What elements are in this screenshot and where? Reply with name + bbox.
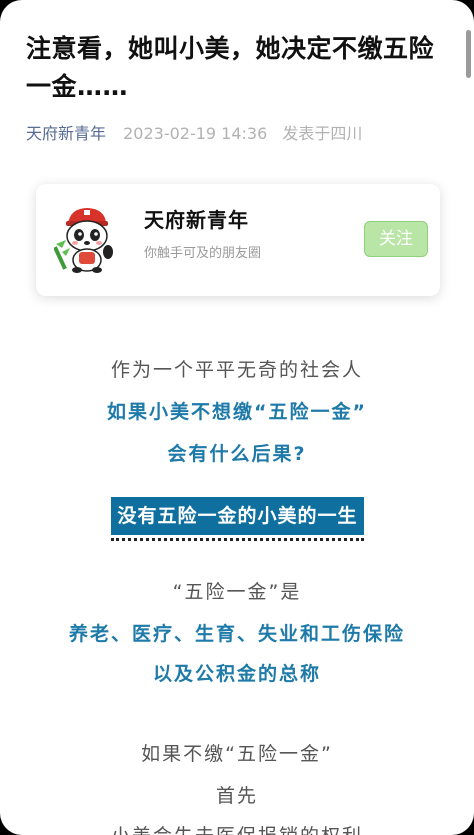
account-subtitle: 你触手可及的朋友圈 [144, 246, 262, 261]
panda-mascot-icon [53, 202, 118, 274]
body-text-highlight: 养老、医疗、生育、失业和工伤保险 [68, 623, 405, 645]
article-title: 注意看，她叫小美，她决定不缴五险一金…… [26, 34, 435, 101]
account-name: 天府新青年 [144, 208, 249, 232]
body-text-highlight: 会有什么后果? [167, 443, 307, 465]
body-text-highlight: 如果小美不想缴“五险一金” [107, 401, 367, 423]
publish-time: 2023-02-19 14:36 [123, 124, 268, 143]
follow-button[interactable]: 关注 [364, 221, 428, 257]
article-screen: 注意看，她叫小美，她决定不缴五险一金…… 天府新青年 2023-02-19 14… [0, 0, 474, 835]
article-meta: 天府新青年 2023-02-19 14:36 发表于四川 [26, 123, 362, 145]
section-heading: 没有五险一金的小美的一生 [111, 497, 364, 535]
body-text: 小美会失去医保报销的权利 [0, 821, 474, 835]
publish-location: 发表于四川 [282, 124, 363, 143]
body-text: 如果不缴“五险一金” [141, 743, 333, 765]
dotted-divider [111, 538, 364, 541]
author-link[interactable]: 天府新青年 [26, 124, 106, 143]
body-text: “五险一金”是 [172, 581, 302, 603]
body-text: 作为一个平平无奇的社会人 [110, 359, 363, 381]
scrollbar[interactable] [466, 30, 471, 78]
body-text-highlight: 以及公积金的总称 [152, 663, 321, 685]
account-card[interactable]: 天府新青年 你触手可及的朋友圈 关注 [36, 184, 440, 296]
body-text: 首先 [215, 785, 258, 807]
